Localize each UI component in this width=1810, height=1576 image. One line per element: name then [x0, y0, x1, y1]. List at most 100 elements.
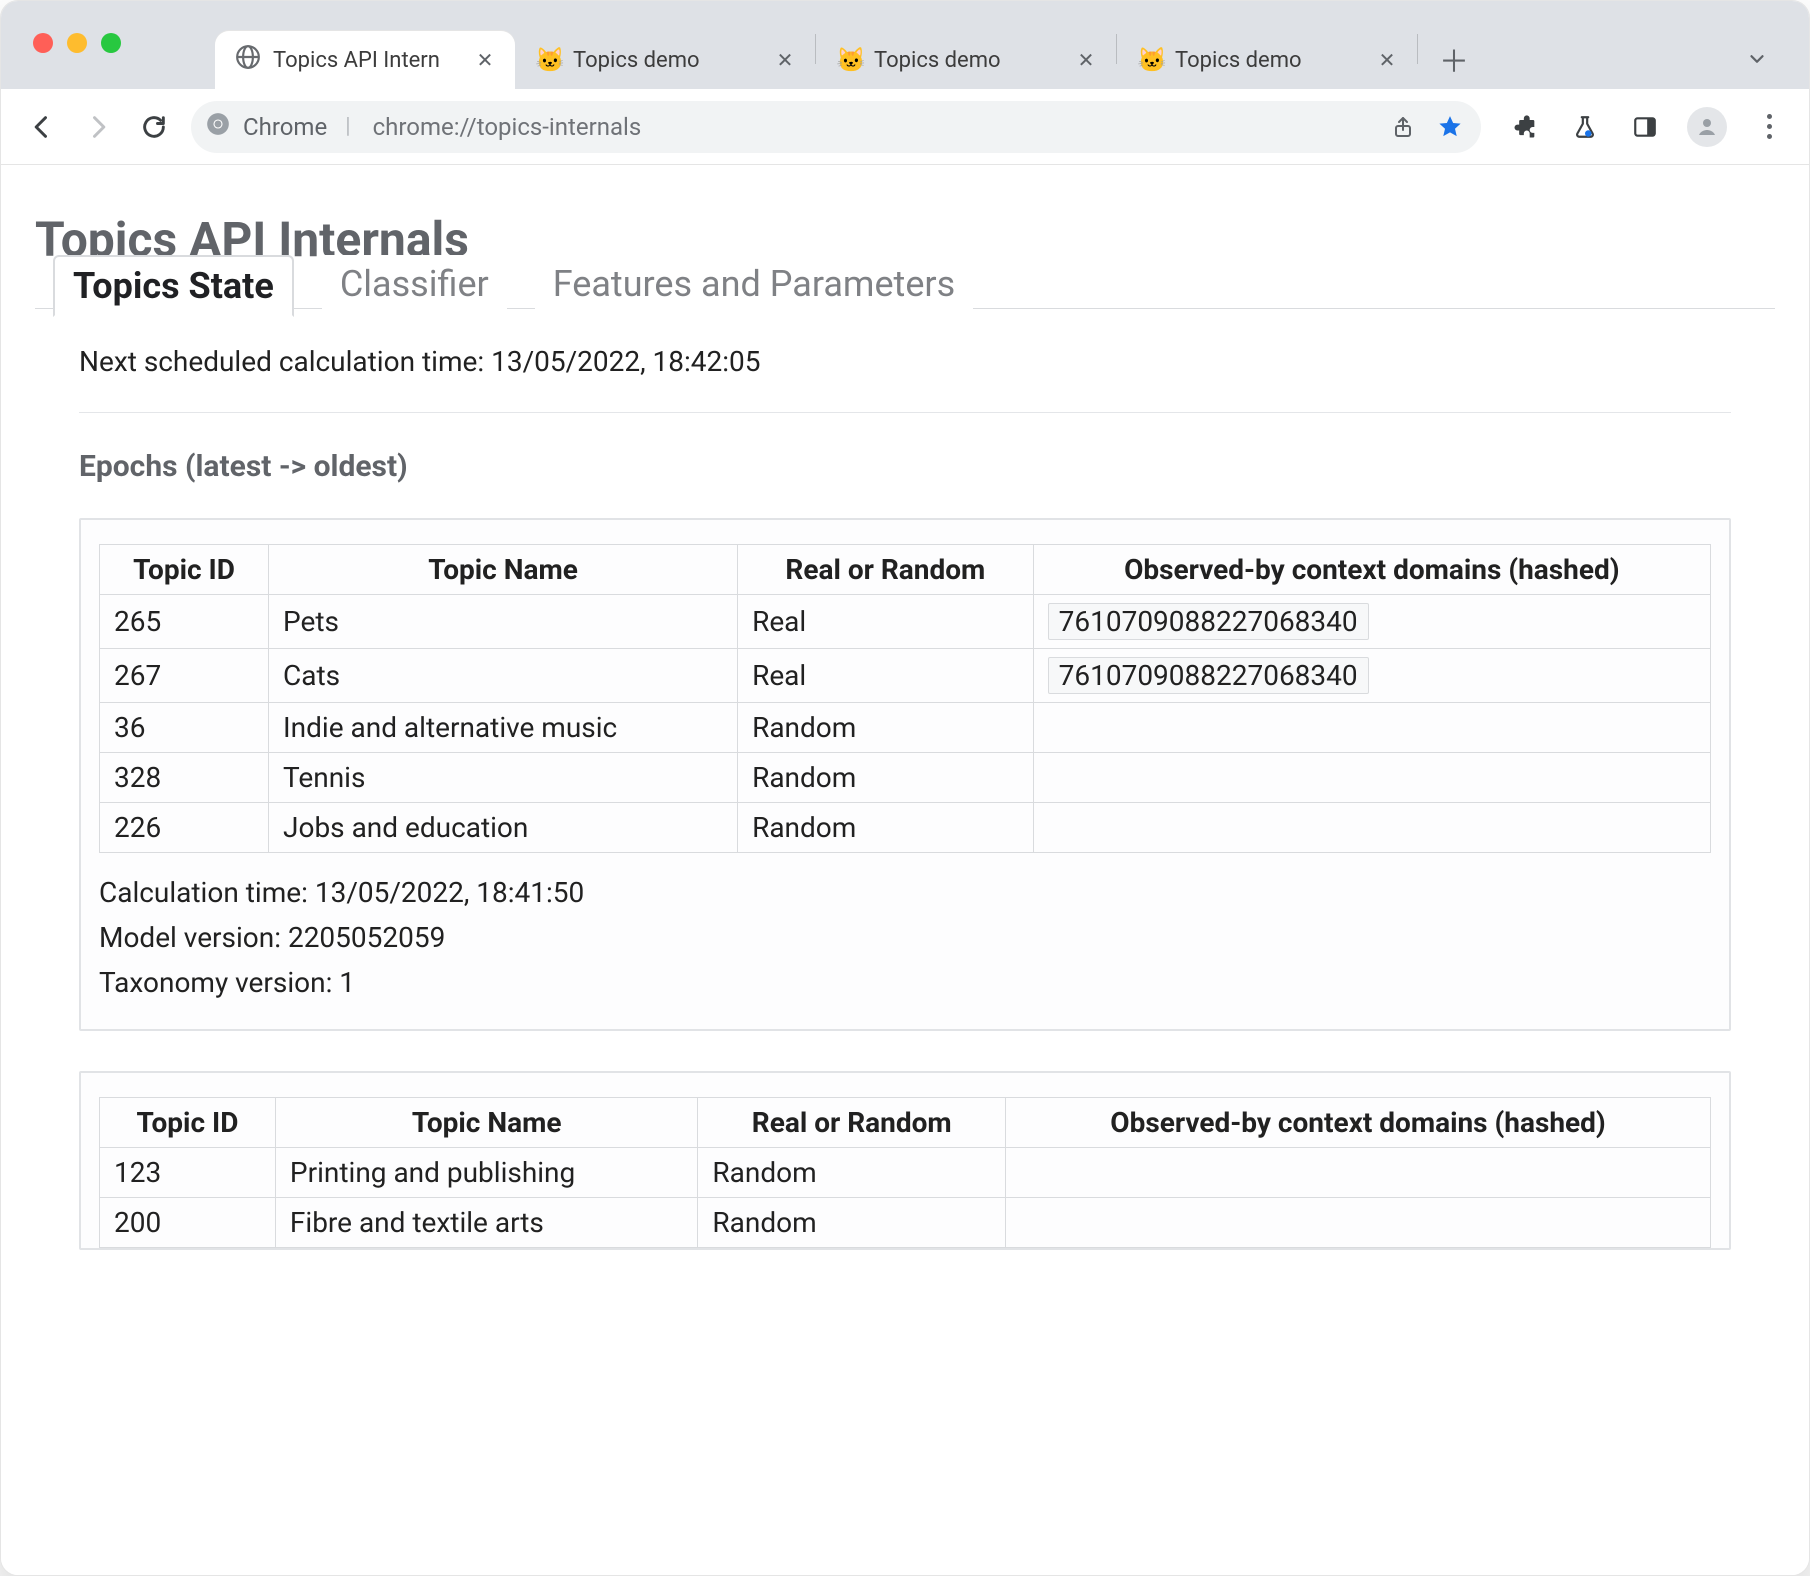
cat-icon: 🐱 — [535, 47, 561, 73]
table-row: 123 Printing and publishing Random — [100, 1148, 1711, 1198]
th-topic-name: Topic Name — [269, 545, 738, 595]
profile-avatar[interactable] — [1687, 107, 1727, 147]
kebab-menu-button[interactable] — [1751, 109, 1787, 145]
th-real-random: Real or Random — [738, 545, 1034, 595]
model-version-label: Model version: — [99, 921, 288, 954]
omnibox[interactable]: Chrome | chrome://topics-internals — [191, 101, 1481, 153]
reload-button[interactable] — [135, 108, 173, 146]
omnibox-scheme: Chrome — [243, 113, 327, 141]
labs-flask-icon[interactable] — [1567, 109, 1603, 145]
cell-topic-name: Pets — [269, 595, 738, 649]
new-tab-button[interactable]: ＋ — [1430, 35, 1478, 83]
epoch-card: Topic ID Topic Name Real or Random Obser… — [79, 1071, 1731, 1250]
subtab-features-parameters[interactable]: Features and Parameters — [535, 255, 973, 317]
window-maximize-button[interactable] — [101, 33, 121, 53]
cell-topic-id: 123 — [100, 1148, 276, 1198]
tab-overflow-button[interactable] — [1733, 35, 1781, 83]
close-icon[interactable]: ✕ — [1377, 50, 1397, 70]
toolbar-right-actions — [1507, 107, 1787, 147]
taxonomy-version-label: Taxonomy version: — [99, 966, 339, 999]
cell-hash: 7610709088227068340 — [1033, 649, 1710, 703]
browser-tab[interactable]: Topics API Intern ✕ — [215, 31, 515, 89]
close-icon[interactable]: ✕ — [1076, 50, 1096, 70]
cell-hash — [1006, 1148, 1711, 1198]
epochs-heading: Epochs (latest -> oldest) — [79, 449, 1731, 484]
cell-kind: Random — [738, 753, 1034, 803]
next-calculation-line: Next scheduled calculation time: 13/05/2… — [79, 345, 1731, 378]
cat-icon: 🐱 — [1137, 47, 1163, 73]
topics-table: Topic ID Topic Name Real or Random Obser… — [99, 1097, 1711, 1248]
calc-time-value: 13/05/2022, 18:41:50 — [315, 876, 584, 909]
content-area: Next scheduled calculation time: 13/05/2… — [35, 317, 1775, 1250]
window-close-button[interactable] — [33, 33, 53, 53]
table-row: 36 Indie and alternative music Random — [100, 703, 1711, 753]
table-row: 226 Jobs and education Random — [100, 803, 1711, 853]
cell-topic-name: Fibre and textile arts — [275, 1198, 697, 1248]
browser-tab[interactable]: 🐱 Topics demo ✕ — [1117, 31, 1417, 89]
browser-window: Topics API Intern ✕ 🐱 Topics demo ✕ 🐱 To… — [0, 0, 1810, 1576]
cell-kind: Random — [698, 1148, 1006, 1198]
th-topic-id: Topic ID — [100, 545, 269, 595]
cell-kind: Random — [738, 803, 1034, 853]
cell-hash — [1033, 703, 1710, 753]
table-header-row: Topic ID Topic Name Real or Random Obser… — [100, 1098, 1711, 1148]
subtab-topics-state[interactable]: Topics State — [53, 255, 294, 317]
th-observed-domains: Observed-by context domains (hashed) — [1033, 545, 1710, 595]
omnibox-separator: | — [339, 114, 360, 139]
cell-hash: 7610709088227068340 — [1033, 595, 1710, 649]
cell-kind: Random — [738, 703, 1034, 753]
side-panel-button[interactable] — [1627, 109, 1663, 145]
tab-title: Topics demo — [874, 48, 1064, 73]
table-row: 267 Cats Real 7610709088227068340 — [100, 649, 1711, 703]
omnibox-url: chrome://topics-internals — [373, 113, 1369, 141]
window-minimize-button[interactable] — [67, 33, 87, 53]
subtab-container: Topics State Classifier Features and Par… — [35, 308, 1775, 1250]
th-topic-id: Topic ID — [100, 1098, 276, 1148]
calc-time-label: Calculation time: — [99, 876, 315, 909]
globe-icon — [235, 44, 261, 76]
cell-topic-name: Printing and publishing — [275, 1148, 697, 1198]
toolbar: Chrome | chrome://topics-internals — [1, 89, 1809, 165]
browser-tab[interactable]: 🐱 Topics demo ✕ — [816, 31, 1116, 89]
cell-topic-name: Jobs and education — [269, 803, 738, 853]
chrome-logo-icon — [205, 111, 231, 143]
taxonomy-version-value: 1 — [339, 966, 355, 999]
browser-tab[interactable]: 🐱 Topics demo ✕ — [515, 31, 815, 89]
forward-button[interactable] — [79, 108, 117, 146]
cell-topic-name: Tennis — [269, 753, 738, 803]
cell-topic-id: 200 — [100, 1198, 276, 1248]
cell-topic-id: 36 — [100, 703, 269, 753]
cell-hash — [1033, 753, 1710, 803]
next-calculation-value: 13/05/2022, 18:42:05 — [491, 345, 760, 378]
subtabs: Topics State Classifier Features and Par… — [35, 255, 1775, 317]
model-version-value: 2205052059 — [288, 921, 445, 954]
tab-title: Topics demo — [573, 48, 763, 73]
cell-kind: Real — [738, 649, 1034, 703]
th-real-random: Real or Random — [698, 1098, 1006, 1148]
back-button[interactable] — [23, 108, 61, 146]
cell-topic-id: 265 — [100, 595, 269, 649]
hash-pill: 7610709088227068340 — [1048, 603, 1369, 640]
cell-topic-id: 328 — [100, 753, 269, 803]
close-icon[interactable]: ✕ — [775, 50, 795, 70]
table-header-row: Topic ID Topic Name Real or Random Obser… — [100, 545, 1711, 595]
cell-kind: Real — [738, 595, 1034, 649]
tab-title: Topics API Intern — [273, 48, 463, 73]
tab-separator — [1417, 34, 1418, 64]
table-row: 328 Tennis Random — [100, 753, 1711, 803]
subtab-classifier[interactable]: Classifier — [322, 255, 507, 317]
table-row: 200 Fibre and textile arts Random — [100, 1198, 1711, 1248]
topics-table: Topic ID Topic Name Real or Random Obser… — [99, 544, 1711, 853]
cell-topic-name: Indie and alternative music — [269, 703, 738, 753]
cell-kind: Random — [698, 1198, 1006, 1248]
table-row: 265 Pets Real 7610709088227068340 — [100, 595, 1711, 649]
close-icon[interactable]: ✕ — [475, 50, 495, 70]
extensions-button[interactable] — [1507, 109, 1543, 145]
share-icon[interactable] — [1391, 115, 1415, 139]
browser-tabs: Topics API Intern ✕ 🐱 Topics demo ✕ 🐱 To… — [215, 25, 1478, 89]
hash-pill: 7610709088227068340 — [1048, 657, 1369, 694]
cell-topic-id: 226 — [100, 803, 269, 853]
th-observed-domains: Observed-by context domains (hashed) — [1006, 1098, 1711, 1148]
bottom-fade — [1, 1555, 1809, 1575]
bookmark-star-icon[interactable] — [1437, 114, 1463, 140]
